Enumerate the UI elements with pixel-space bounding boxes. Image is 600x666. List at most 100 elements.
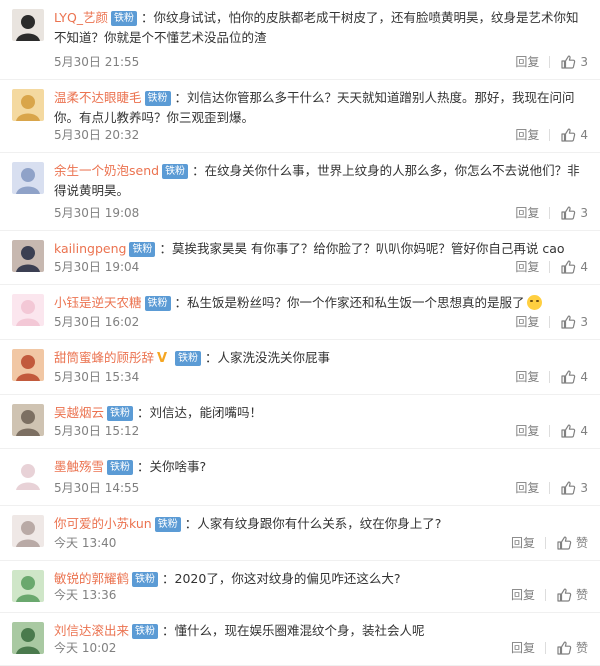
action-divider xyxy=(549,261,551,273)
like-button[interactable]: 赞 xyxy=(556,534,588,552)
action-divider xyxy=(544,537,546,549)
reply-button[interactable]: 回复 xyxy=(515,126,539,144)
username-link[interactable]: LYQ_艺颜 xyxy=(54,10,108,25)
avatar-image xyxy=(12,9,44,41)
like-button[interactable]: 3 xyxy=(560,313,588,331)
thumbs-up-icon xyxy=(561,55,576,69)
user-avatar[interactable] xyxy=(12,240,44,272)
thumbs-up-icon xyxy=(561,260,576,274)
user-avatar[interactable] xyxy=(12,404,44,436)
comment-item: 墨触殇雪 铁粉 ：关你啥事? 5月30日 14:55 回复 3 xyxy=(0,449,600,506)
fan-badge: 铁粉 xyxy=(107,406,134,421)
user-avatar[interactable] xyxy=(12,570,44,602)
action-divider xyxy=(549,207,551,219)
like-count: 3 xyxy=(580,206,588,220)
user-avatar[interactable] xyxy=(12,622,44,654)
fan-badge: 铁粉 xyxy=(107,460,134,475)
reply-button[interactable]: 回复 xyxy=(511,586,535,604)
avatar-image xyxy=(12,622,44,654)
comment-text: 人家有纹身跟你有什么关系，纹在你身上了? xyxy=(197,516,442,531)
comment-timestamp: 5月30日 19:04 xyxy=(54,260,140,274)
username-link[interactable]: 余生一个奶泡send xyxy=(54,163,159,178)
comment-timestamp: 5月30日 15:12 xyxy=(54,424,140,438)
thumbs-up-icon xyxy=(561,370,576,384)
username-link[interactable]: 甜筒蜜蜂的顾彤辞 xyxy=(54,350,154,365)
like-button[interactable]: 赞 xyxy=(556,639,588,657)
comment-text: 莫挨我家昊昊 有你事了？给你脸了？叭叭你妈呢？管好你自己再说 cao xyxy=(171,241,565,256)
action-divider xyxy=(549,129,551,141)
username-link[interactable]: 吴越烟云 xyxy=(54,405,104,420)
reply-button[interactable]: 回复 xyxy=(511,639,535,657)
reply-button[interactable]: 回复 xyxy=(515,368,539,386)
comment-text: 人家洗没洗关你屁事 xyxy=(217,350,331,365)
user-avatar[interactable] xyxy=(12,515,44,547)
comment-item: 小钰是逆天农糖 铁粉 ：私生饭是粉丝吗？你一个作家还和私生饭一个思想真的是服了 5月… xyxy=(0,285,600,340)
like-count: 4 xyxy=(580,128,588,142)
user-avatar[interactable] xyxy=(12,9,44,41)
username-link[interactable]: 小钰是逆天农糖 xyxy=(54,295,142,310)
avatar-image xyxy=(12,240,44,272)
like-button[interactable]: 赞 xyxy=(556,586,588,604)
like-button[interactable]: 3 xyxy=(560,204,588,222)
reply-button[interactable]: 回复 xyxy=(515,204,539,222)
like-button[interactable]: 4 xyxy=(560,258,588,276)
thumbs-up-icon xyxy=(561,424,576,438)
comment-item: 敏锐的郭耀鹤 铁粉 ：2020了，你这对纹身的偏见咋还这么大? 今天 13:36 回… xyxy=(0,561,600,613)
fan-badge: 铁粉 xyxy=(111,11,138,26)
username-link[interactable]: 你可爱的小苏kun xyxy=(54,516,152,531)
reply-button[interactable]: 回复 xyxy=(515,479,539,497)
like-button[interactable]: 4 xyxy=(560,422,588,440)
like-count: 赞 xyxy=(575,536,588,550)
comment-text: 懂什么，现在娱乐圈难混纹个身，装社会人呢 xyxy=(174,623,425,638)
reply-button[interactable]: 回复 xyxy=(515,258,539,276)
comment-item: 吴越烟云 铁粉 ：刘信达，能闭嘴吗！ 5月30日 15:12 回复 4 xyxy=(0,395,600,449)
like-count: 赞 xyxy=(575,588,588,602)
comment-timestamp: 今天 10:02 xyxy=(54,641,117,655)
username-link[interactable]: 刘信达滚出来 xyxy=(54,623,129,638)
comment-timestamp: 5月30日 14:55 xyxy=(54,481,140,495)
fan-badge: 铁粉 xyxy=(132,624,159,639)
avatar-image xyxy=(12,162,44,194)
fan-badge: 铁粉 xyxy=(144,91,171,106)
comment-timestamp: 5月30日 16:02 xyxy=(54,315,140,329)
avatar-image xyxy=(12,515,44,547)
thumbs-up-icon xyxy=(561,206,576,220)
user-avatar[interactable] xyxy=(12,349,44,381)
thumbs-up-icon xyxy=(557,641,572,655)
like-button[interactable]: 3 xyxy=(560,479,588,497)
reply-button[interactable]: 回复 xyxy=(515,313,539,331)
like-count: 3 xyxy=(580,55,588,69)
comment-item: 你可爱的小苏kun 铁粉 ：人家有纹身跟你有什么关系，纹在你身上了? 今天 13:4… xyxy=(0,506,600,561)
avatar-image xyxy=(12,570,44,602)
fan-badge: 铁粉 xyxy=(129,242,156,257)
user-avatar[interactable] xyxy=(12,458,44,490)
reply-button[interactable]: 回复 xyxy=(515,53,539,71)
comment-text: 私生饭是粉丝吗？你一个作家还和私生饭一个思想真的是服了 xyxy=(187,295,525,310)
action-divider xyxy=(549,482,551,494)
like-count: 3 xyxy=(580,481,588,495)
like-button[interactable]: 4 xyxy=(560,126,588,144)
fan-badge: 铁粉 xyxy=(154,517,181,532)
user-avatar[interactable] xyxy=(12,89,44,121)
thumbs-up-icon xyxy=(557,588,572,602)
fan-badge: 铁粉 xyxy=(175,351,202,366)
action-divider xyxy=(549,56,551,68)
username-link[interactable]: 敏锐的郭耀鹤 xyxy=(54,571,129,586)
reply-button[interactable]: 回复 xyxy=(515,422,539,440)
comment-item: 甜筒蜜蜂的顾彤辞 V 铁粉 ：人家洗没洗关你屁事 5月30日 15:34 回复 4 xyxy=(0,340,600,395)
user-avatar[interactable] xyxy=(12,294,44,326)
thumbs-up-icon xyxy=(561,315,576,329)
user-avatar[interactable] xyxy=(12,162,44,194)
like-button[interactable]: 4 xyxy=(560,368,588,386)
username-link[interactable]: kailingpeng xyxy=(54,241,126,256)
vip-icon: V xyxy=(156,351,168,366)
action-divider xyxy=(549,371,551,383)
avatar-image xyxy=(12,349,44,381)
reply-button[interactable]: 回复 xyxy=(511,534,535,552)
action-divider xyxy=(549,316,551,328)
username-link[interactable]: 温柔不达眼睫毛 xyxy=(54,90,142,105)
like-count: 4 xyxy=(580,370,588,384)
username-link[interactable]: 墨触殇雪 xyxy=(54,459,104,474)
fan-badge: 铁粉 xyxy=(132,572,159,587)
like-button[interactable]: 3 xyxy=(560,53,588,71)
